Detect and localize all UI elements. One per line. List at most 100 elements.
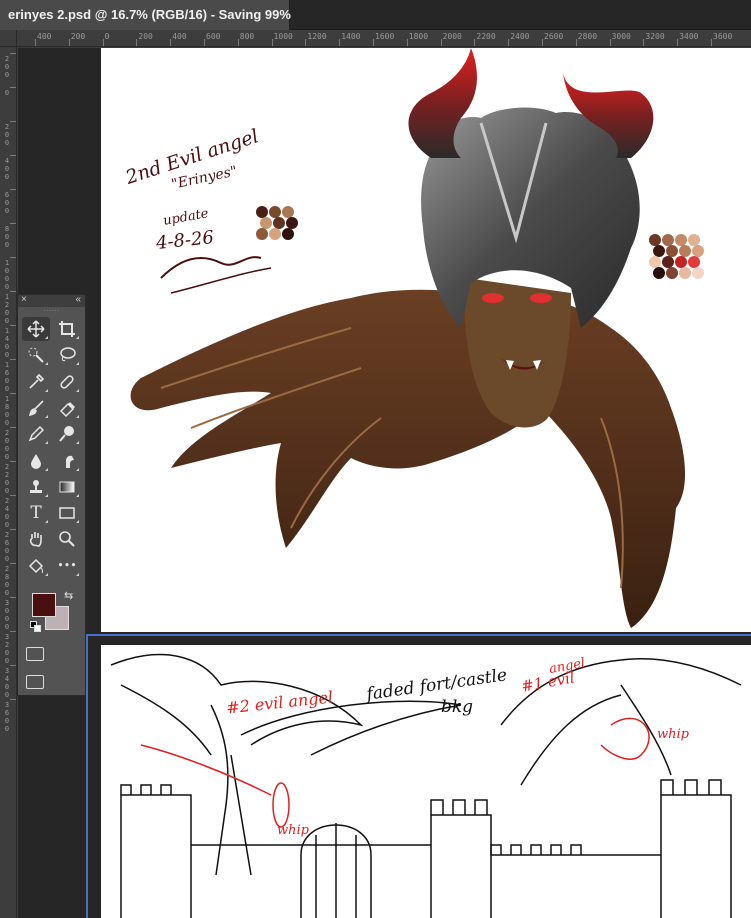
ruler-label: 400	[172, 32, 187, 41]
ruler-tick	[10, 121, 16, 122]
ruler-label: 1 8 0 0	[4, 395, 10, 427]
default-colors-icon[interactable]	[30, 621, 41, 632]
collapse-panel-icon[interactable]: «	[75, 294, 81, 305]
ruler-tick	[542, 39, 543, 46]
ruler-label: 2 0 0	[4, 55, 10, 79]
smudge-tool[interactable]	[53, 449, 81, 473]
ruler-tick	[10, 155, 16, 156]
blur-tool[interactable]	[22, 449, 50, 473]
ruler-corner[interactable]	[0, 30, 17, 47]
hand-tool[interactable]	[22, 527, 50, 551]
ruler-tick	[237, 39, 239, 46]
ruler-label: 1200	[307, 32, 327, 41]
close-panel-icon[interactable]: ×	[21, 294, 27, 305]
tools-panel: × « ······ T ••• ⇆	[17, 294, 86, 696]
ruler-tick	[406, 39, 408, 46]
ruler-label: 1400	[341, 32, 361, 41]
foreground-color-swatch[interactable]	[32, 593, 56, 617]
ruler-label: 2 6 0 0	[4, 531, 10, 563]
healing-brush-tool[interactable]	[53, 370, 81, 394]
hair-shape	[130, 289, 686, 628]
tools-panel-header[interactable]: × «	[18, 294, 85, 307]
ruler-label: 4 0 0	[4, 157, 10, 181]
ruler-tick	[10, 665, 16, 666]
ruler-tick	[10, 597, 16, 598]
ruler-label: 2 2 0 0	[4, 463, 10, 495]
gradient-tool[interactable]	[53, 475, 81, 499]
edit-toolbar-tool-glyph: •••	[57, 559, 77, 573]
ruler-label: 3000	[611, 32, 631, 41]
ruler-tick	[339, 39, 341, 46]
ruler-tick	[102, 39, 104, 46]
canvas-artwork-bottom[interactable]: #2 evil angel faded fort/castle bkg #1 e…	[101, 645, 751, 918]
color-palette-right	[649, 234, 713, 306]
screen-mode-icon[interactable]	[26, 675, 44, 689]
palette-swatch	[692, 267, 704, 279]
canvas-artwork-top[interactable]: 2nd Evil angel "Erinyes" update 4-8-26	[101, 48, 751, 632]
ruler-tick	[575, 39, 577, 46]
clone-stamp-tool[interactable]	[22, 475, 50, 499]
paint-bucket-tool[interactable]	[22, 554, 50, 578]
palette-swatch	[653, 267, 665, 279]
ruler-tick	[10, 189, 16, 190]
lasso-tool[interactable]	[53, 343, 81, 367]
type-tool[interactable]: T	[22, 501, 50, 525]
dodge-tool[interactable]	[53, 422, 81, 446]
ruler-tick	[10, 529, 16, 530]
crop-tool[interactable]	[53, 317, 81, 341]
ruler-tick	[68, 39, 70, 46]
sketch-note: bkg	[441, 697, 474, 717]
ruler-label: 1600	[375, 32, 395, 41]
panel-grip[interactable]: ······	[18, 307, 85, 317]
ruler-tick	[10, 495, 16, 496]
eyedropper-tool[interactable]	[22, 370, 50, 394]
ruler-label: 200	[138, 32, 153, 41]
ruler-label: 600	[206, 32, 221, 41]
erinyes-painting	[130, 48, 686, 628]
ruler-label: 1 2 0 0	[4, 293, 10, 325]
ruler-tick	[474, 39, 476, 46]
eraser-tool[interactable]	[53, 396, 81, 420]
move-tool[interactable]	[22, 317, 50, 341]
palette-swatch	[666, 267, 678, 279]
ruler-tick	[305, 39, 307, 46]
ruler-tick	[271, 39, 273, 46]
ruler-label: 8 0 0	[4, 225, 10, 249]
quick-selection-tool[interactable]	[22, 343, 50, 367]
swap-colors-icon[interactable]: ⇆	[64, 589, 73, 602]
quick-mask-icon[interactable]	[26, 647, 44, 661]
ruler-label: 400	[37, 32, 52, 41]
rectangle-tool[interactable]	[53, 501, 81, 525]
ruler-tick	[643, 39, 645, 46]
document-tab[interactable]: erinyes 2.psd @ 16.7% (RGB/16) - Saving …	[0, 0, 291, 30]
zoom-tool[interactable]	[53, 527, 81, 551]
ruler-tick	[10, 291, 16, 292]
vertical-ruler[interactable]: 2 0 0 0 2 0 0 4 0 0 6 0 0 8 0 0 1 0 0 0 1 2 0 0…	[0, 47, 17, 918]
ruler-tick	[10, 325, 16, 326]
ruler-label: 800	[239, 32, 255, 41]
ruler-tick	[373, 39, 374, 46]
brush-tool[interactable]	[22, 396, 50, 420]
palette-swatch	[679, 267, 691, 279]
ruler-label: 6 0 0	[4, 191, 10, 215]
ruler-tick	[204, 39, 205, 46]
ruler-tick	[136, 39, 138, 46]
ruler-label: 0	[4, 89, 10, 97]
ruler-label: 1 4 0 0	[4, 327, 10, 359]
ruler-label: 3200	[645, 32, 665, 41]
palette-swatch	[269, 228, 281, 240]
ruler-tick	[440, 39, 442, 46]
ruler-tick	[35, 39, 36, 46]
pencil-tool[interactable]	[22, 422, 50, 446]
ruler-label: 1 0 0 0	[4, 259, 10, 291]
color-palette-left	[256, 206, 316, 256]
edit-toolbar-tool[interactable]: •••	[53, 554, 81, 578]
horizontal-ruler[interactable]: 400 200 0 200 400 600 800 1000 1200 1400 1600 1800 2…	[17, 30, 751, 47]
ruler-tick	[609, 39, 611, 46]
artboard-guide-horizontal	[86, 634, 751, 636]
ruler-tick	[170, 39, 172, 46]
ruler-label: 3 6 0 0	[4, 701, 10, 733]
palette-swatch	[256, 228, 268, 240]
artboard-guide-vertical	[86, 634, 88, 918]
ruler-label: 2 4 0 0	[4, 497, 10, 529]
